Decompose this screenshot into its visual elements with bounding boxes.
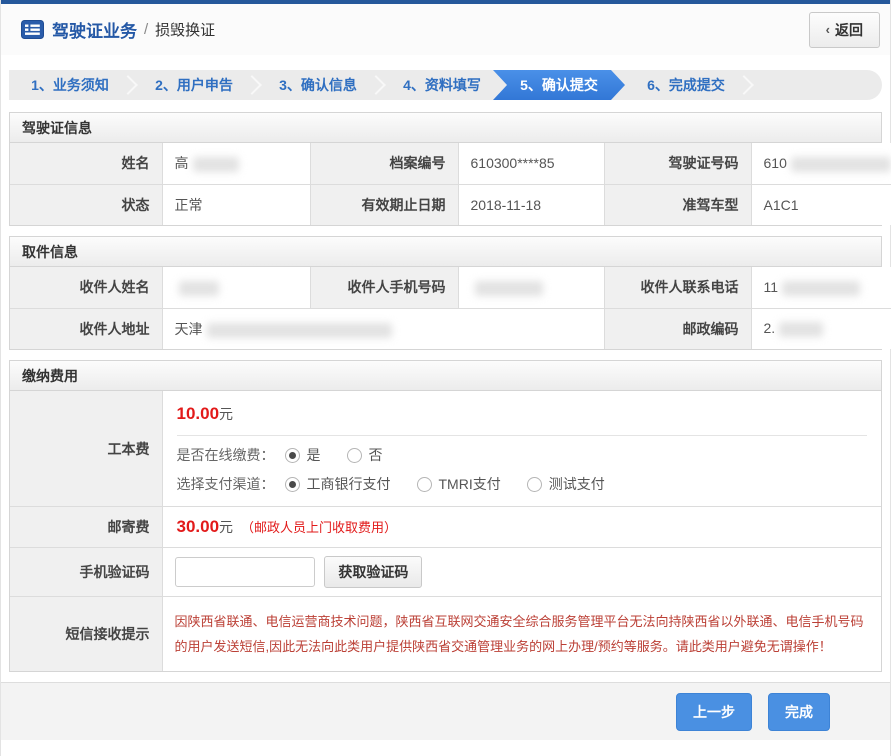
radio-unchecked-icon — [347, 448, 362, 463]
redaction-blur — [193, 157, 239, 172]
production-fee-amount: 10.00 — [177, 404, 220, 423]
expiry-date-value: 2018-11-18 — [458, 184, 604, 225]
table-row: 手机验证码 获取验证码 — [10, 548, 881, 597]
step-2-user-declaration[interactable]: 2、用户申告 — [133, 70, 255, 100]
step-6-finish-submit[interactable]: 6、完成提交 — [625, 70, 747, 100]
status-value: 正常 — [162, 184, 310, 225]
postage-fee-label: 邮寄费 — [10, 507, 162, 548]
sms-code-label: 手机验证码 — [10, 548, 162, 597]
radio-unchecked-icon — [417, 477, 432, 492]
redaction-blur — [791, 157, 891, 172]
sms-notice-label: 短信接收提示 — [10, 597, 162, 672]
vehicle-class-label: 准驾车型 — [604, 184, 751, 225]
postcode-label: 邮政编码 — [604, 308, 751, 349]
license-number-value: 610 — [751, 143, 891, 184]
step-3-confirm-info[interactable]: 3、确认信息 — [257, 70, 379, 100]
online-yes-radio[interactable]: 是 — [285, 445, 321, 465]
postcode-value: 2. — [751, 308, 891, 349]
production-fee-cell: 10.00元 是否在线缴费： 是 否 — [162, 391, 881, 507]
license-form-icon — [21, 20, 44, 39]
back-button-label: 返回 — [835, 20, 863, 40]
payment-channel-row: 选择支付渠道： 工商银行支付 TMRI支付 测试支付 — [177, 465, 868, 506]
license-info-table: 姓名 高 档案编号 610300****85 驾驶证号码 610 状态 正常 有… — [10, 143, 891, 225]
radio-unchecked-icon — [527, 477, 542, 492]
pickup-info-title: 取件信息 — [10, 237, 881, 267]
online-payment-label: 是否在线缴费： — [177, 445, 275, 465]
file-number-label: 档案编号 — [310, 143, 458, 184]
license-number-label: 驾驶证号码 — [604, 143, 751, 184]
step-bar-tail — [749, 70, 882, 100]
recipient-phone-label: 收件人联系电话 — [604, 267, 751, 308]
finish-button[interactable]: 完成 — [768, 693, 830, 731]
back-button[interactable]: ‹ 返回 — [809, 12, 880, 48]
postage-fee-amount: 30.00 — [177, 517, 220, 536]
recipient-mobile-value — [458, 267, 604, 308]
redaction-blur — [779, 322, 823, 337]
table-row: 短信接收提示 因陕西省联通、电信运营商技术问题，陕西省互联网交通安全综合服务管理… — [10, 597, 881, 672]
postage-fee-cell: 30.00元 （邮政人员上门收取费用） — [162, 507, 881, 548]
step-1-business-notice[interactable]: 1、业务须知 — [9, 70, 131, 100]
recipient-name-value — [162, 267, 310, 308]
get-sms-code-button[interactable]: 获取验证码 — [324, 556, 422, 588]
recipient-mobile-label: 收件人手机号码 — [310, 267, 458, 308]
sms-code-input[interactable] — [175, 557, 315, 587]
production-fee-unit: 元 — [219, 406, 233, 422]
recipient-phone-value: 11 — [751, 267, 891, 308]
recipient-address-value: 天津 — [162, 308, 604, 349]
channel-test-radio[interactable]: 测试支付 — [527, 474, 605, 494]
fees-section: 缴纳费用 工本费 10.00元 是否在线缴费： 是 — [9, 360, 882, 672]
radio-checked-icon — [285, 448, 300, 463]
production-fee-amount-line: 10.00元 — [177, 391, 868, 435]
pickup-info-table: 收件人姓名 收件人手机号码 收件人联系电话 11 收件人地址 天津 邮政编码 2… — [10, 267, 891, 349]
online-no-radio[interactable]: 否 — [347, 445, 383, 465]
production-fee-label: 工本费 — [10, 391, 162, 507]
fees-title: 缴纳费用 — [10, 361, 881, 391]
redaction-blur — [179, 281, 219, 296]
expiry-date-label: 有效期止日期 — [310, 184, 458, 225]
status-label: 状态 — [10, 184, 162, 225]
table-row: 状态 正常 有效期止日期 2018-11-18 准驾车型 A1C1 — [10, 184, 891, 225]
redaction-blur — [782, 281, 860, 296]
step-5-confirm-submit-active[interactable]: 5、确认提交 — [493, 70, 625, 100]
breadcrumb-separator: / — [144, 21, 148, 38]
recipient-name-label: 收件人姓名 — [10, 267, 162, 308]
sms-notice-text: 因陕西省联通、电信运营商技术问题，陕西省互联网交通安全综合服务管理平台无法向持陕… — [175, 614, 864, 654]
table-row: 工本费 10.00元 是否在线缴费： 是 否 — [10, 391, 881, 507]
sms-code-cell: 获取验证码 — [162, 548, 881, 597]
payment-channel-label: 选择支付渠道： — [177, 474, 275, 494]
name-label: 姓名 — [10, 143, 162, 184]
step-wizard: 1、业务须知 2、用户申告 3、确认信息 4、资料填写 5、确认提交 6、完成提… — [1, 55, 890, 112]
postage-fee-unit: 元 — [219, 519, 233, 535]
fees-table: 工本费 10.00元 是否在线缴费： 是 否 — [10, 391, 881, 671]
back-chevron-icon: ‹ — [826, 22, 830, 37]
radio-checked-icon — [285, 477, 300, 492]
online-payment-row: 是否在线缴费： 是 否 — [177, 436, 868, 465]
previous-step-button[interactable]: 上一步 — [676, 693, 752, 731]
file-number-value: 610300****85 — [458, 143, 604, 184]
channel-tmri-radio[interactable]: TMRI支付 — [417, 474, 501, 494]
name-value: 高 — [162, 143, 310, 184]
postage-fee-note: （邮政人员上门收取费用） — [241, 520, 397, 535]
page-header: 驾驶证业务 / 损毁换证 ‹ 返回 — [1, 4, 890, 55]
recipient-address-label: 收件人地址 — [10, 308, 162, 349]
pickup-info-section: 取件信息 收件人姓名 收件人手机号码 收件人联系电话 11 收件人地址 天津 — [9, 236, 882, 350]
footer-action-bar: 上一步 完成 — [1, 682, 890, 740]
page-title: 驾驶证业务 — [52, 17, 137, 42]
step-4-fill-data[interactable]: 4、资料填写 — [381, 70, 503, 100]
table-row: 收件人姓名 收件人手机号码 收件人联系电话 11 — [10, 267, 891, 308]
table-row: 收件人地址 天津 邮政编码 2. — [10, 308, 891, 349]
license-info-title: 驾驶证信息 — [10, 113, 881, 143]
sms-notice-cell: 因陕西省联通、电信运营商技术问题，陕西省互联网交通安全综合服务管理平台无法向持陕… — [162, 597, 881, 672]
vehicle-class-value: A1C1 — [751, 184, 891, 225]
license-info-section: 驾驶证信息 姓名 高 档案编号 610300****85 驾驶证号码 610 状… — [9, 112, 882, 226]
table-row: 邮寄费 30.00元 （邮政人员上门收取费用） — [10, 507, 881, 548]
redaction-blur — [475, 281, 543, 296]
breadcrumb-current: 损毁换证 — [155, 19, 215, 40]
redaction-blur — [207, 323, 392, 338]
channel-icbc-radio[interactable]: 工商银行支付 — [285, 474, 391, 494]
table-row: 姓名 高 档案编号 610300****85 驾驶证号码 610 — [10, 143, 891, 184]
